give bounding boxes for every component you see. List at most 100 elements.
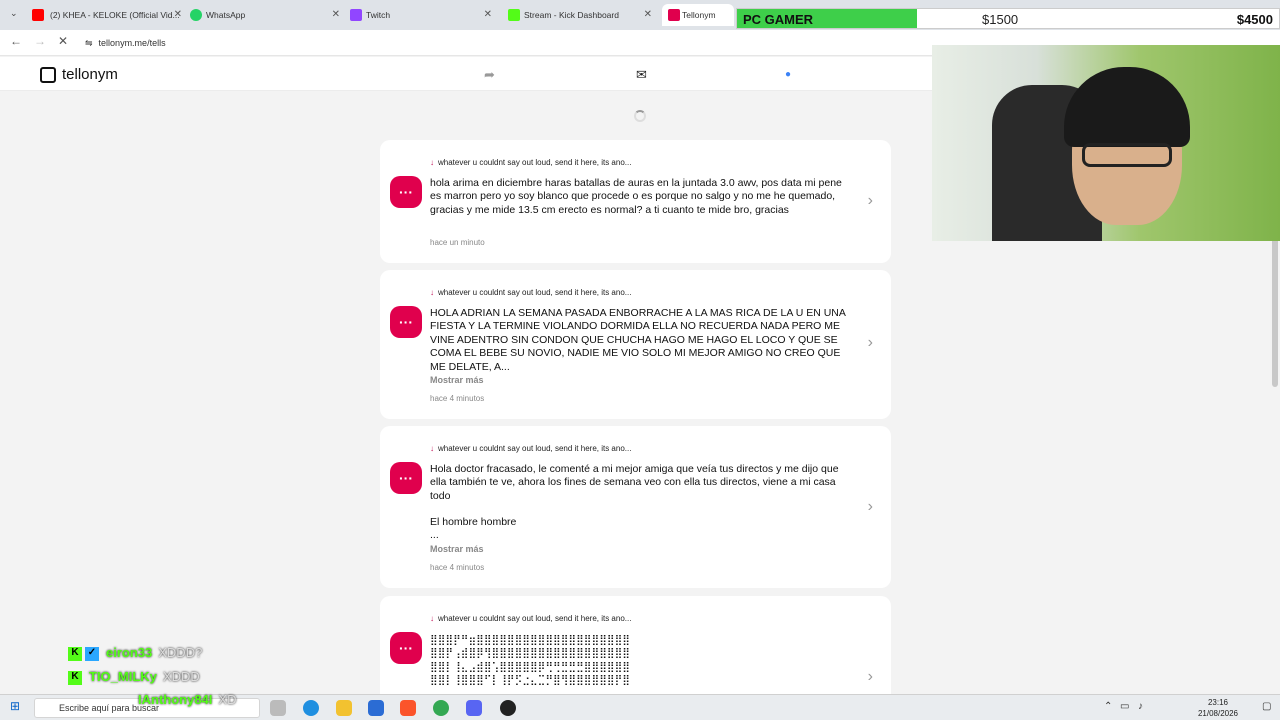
tell-card[interactable]: ↓ whatever u couldnt say out loud, send i…: [380, 596, 891, 706]
chevron-right-icon[interactable]: ›: [868, 498, 873, 516]
tell-timestamp: hace 4 minutos: [430, 563, 485, 572]
tellonym-logo-icon: [40, 66, 56, 83]
prompt-text: whatever u couldnt say out loud, send it…: [438, 288, 632, 297]
chevron-right-icon[interactable]: ›: [868, 334, 873, 352]
prompt-text: whatever u couldnt say out loud, send it…: [438, 614, 632, 623]
inbox-icon[interactable]: ✉: [636, 67, 647, 83]
reply-arrow-icon: ↓: [430, 288, 434, 297]
chat-username: TIO_MILKy: [89, 669, 157, 684]
tellonym-icon: [668, 9, 680, 21]
tab-label: WhatsApp: [206, 10, 246, 20]
close-icon[interactable]: ✕: [484, 9, 492, 20]
obs-icon[interactable]: [500, 700, 516, 716]
profile-icon[interactable]: ●: [785, 69, 791, 80]
tell-prompt: ↓ whatever u couldnt say out loud, send i…: [430, 158, 631, 167]
tell-timestamp: hace 4 minutos: [430, 394, 485, 403]
tell-card[interactable]: ↓ whatever u couldnt say out loud, send i…: [380, 270, 891, 419]
chat-bubble-icon: ···: [390, 462, 422, 494]
tab-label: Tellonym: [682, 10, 716, 20]
donation-goal-bar: PC GAMER $1500 $4500: [736, 8, 1280, 29]
network-icon[interactable]: ▭: [1120, 701, 1129, 712]
reply-arrow-icon: ↓: [430, 614, 434, 623]
tell-ascii-art: ⣿⣿⣿⡟⠛⣶⣿⣿⣿⣿⣿⣿⣿⣿⣿⣿⣿⣿⣿⣿⣿⣿⣿⣿⣿⣿ ⣿⣿⡟⢠⣾⣿⡿⢻⣿⣿⣿⣿⣿…: [430, 634, 855, 688]
close-icon[interactable]: ✕: [332, 9, 340, 20]
webcam-feed: [932, 45, 1280, 241]
tell-message: HOLA ADRIAN LA SEMANA PASADA ENBORRACHE …: [430, 307, 846, 373]
stop-icon[interactable]: ✕: [58, 34, 68, 48]
tell-message: Hola doctor fracasado, le comenté a mi m…: [430, 463, 839, 502]
store-icon[interactable]: [368, 700, 384, 716]
forward-icon[interactable]: →: [34, 34, 46, 48]
chat-bubble-icon: ···: [390, 632, 422, 664]
ascii-line: ⣿⣿⡇⢸⣄⣠⣾⣿⢡⣿⣿⣿⣿⣿⡿⢛⢛⣛⣛⣛⣿⣿⣿⣿⣿⣿: [430, 660, 630, 673]
tab-label: Stream - Kick Dashboard: [524, 10, 619, 20]
discord-icon[interactable]: [466, 700, 482, 716]
task-view-icon[interactable]: [270, 700, 286, 716]
chat-text: XDDD?: [158, 645, 203, 660]
volume-icon[interactable]: ♪: [1138, 701, 1143, 712]
file-explorer-icon[interactable]: [336, 700, 352, 716]
ascii-line: ⣿⣿⡟⢠⣾⣿⡿⢻⣿⣿⣿⣿⣿⣿⣿⣿⣿⣿⣿⣿⣿⣿⣿⣿⣿⣿: [430, 647, 630, 660]
ascii-line: ⣿⣿⡇⢸⣿⣿⣿⠋⡇⢸⡟⡫⣐⣄⣉⡛⣿⢻⣿⣿⣿⣿⣿⣿⡟⣿: [430, 674, 630, 687]
show-more-link[interactable]: Mostrar más: [430, 375, 484, 385]
tell-prompt: ↓ whatever u couldnt say out loud, send i…: [430, 288, 631, 297]
chrome-icon[interactable]: [433, 700, 449, 716]
chat-username: eiron33: [106, 645, 153, 660]
chat-bubble-icon: ···: [390, 306, 422, 338]
share-icon[interactable]: ➦: [484, 67, 495, 83]
show-more-link[interactable]: Mostrar más: [430, 544, 484, 554]
chat-message: K TIO_MILKy XDDD: [68, 669, 200, 685]
tellonym-logo[interactable]: tellonym: [40, 66, 118, 83]
sub-badge-icon: ✓: [85, 646, 99, 661]
kick-badge-icon: K: [68, 646, 82, 661]
tell-card[interactable]: ↓ whatever u couldnt say out loud, send i…: [380, 426, 891, 588]
kick-badge-icon: K: [68, 670, 82, 685]
youtube-icon: [32, 9, 44, 21]
twitch-icon: [350, 9, 362, 21]
tab-tellonym[interactable]: Tellonym: [662, 4, 734, 26]
chat-message: IAnthony84I XD: [68, 692, 236, 707]
clock-time: 23:16: [1207, 698, 1228, 707]
tab-label: Twitch: [366, 10, 391, 20]
tell-prompt: ↓ whatever u couldnt say out loud, send i…: [430, 444, 631, 453]
reply-arrow-icon: ↓: [430, 444, 434, 453]
tray-chevron-icon[interactable]: ⌃: [1104, 701, 1112, 712]
tell-message-line: El hombre hombre: [430, 516, 517, 528]
chevron-right-icon[interactable]: ›: [868, 192, 873, 210]
ascii-line: ⣿⣿⣿⡟⠛⣶⣿⣿⣿⣿⣿⣿⣿⣿⣿⣿⣿⣿⣿⣿⣿⣿⣿⣿⣿⣿: [430, 634, 630, 646]
chat-text: XD: [218, 692, 237, 707]
tab-label: (2) KHEA - KELOKE (Official Vid...: [50, 10, 180, 20]
loading-spinner: [634, 110, 646, 122]
windows-start-icon[interactable]: ⊞: [10, 699, 20, 713]
kick-icon: [508, 9, 520, 21]
chevron-right-icon[interactable]: ›: [868, 668, 873, 686]
logo-text: tellonym: [62, 66, 118, 83]
close-icon[interactable]: ✕: [174, 9, 182, 20]
goal-target: $4500: [1236, 12, 1273, 27]
goal-title: PC GAMER: [743, 12, 814, 27]
url-field[interactable]: ⇋ tellonym.me/tells: [85, 34, 166, 52]
tell-message-ellipsis: ...: [430, 529, 439, 541]
chat-text: XDDD: [162, 669, 200, 684]
site-header: tellonym ➦ ✉ ●: [0, 57, 932, 91]
whatsapp-icon: [190, 9, 202, 21]
tab-whatsapp[interactable]: WhatsApp ✕: [190, 4, 340, 26]
tell-message: hola arima en diciembre haras batallas d…: [430, 177, 842, 216]
tab-search-icon[interactable]: ⌄: [10, 8, 18, 19]
tab-twitch[interactable]: Twitch ✕: [350, 4, 492, 26]
goal-current: $1500: [982, 12, 1019, 27]
notification-icon[interactable]: ▢: [1262, 701, 1271, 712]
system-clock[interactable]: 23:16 21/08/2026: [1198, 697, 1238, 719]
chat-message: K ✓ eiron33 XDDD?: [68, 645, 202, 661]
tab-kick-dashboard[interactable]: Stream - Kick Dashboard ✕: [508, 4, 652, 26]
tell-card[interactable]: ↓ whatever u couldnt say out loud, send i…: [380, 140, 891, 263]
site-settings-icon[interactable]: ⇋: [85, 38, 93, 49]
close-icon[interactable]: ✕: [644, 9, 652, 20]
clock-date: 21/08/2026: [1197, 709, 1238, 718]
tell-timestamp: hace un minuto: [430, 238, 485, 247]
url-text: tellonym.me/tells: [98, 38, 166, 48]
back-icon[interactable]: ←: [10, 34, 22, 48]
tab-youtube[interactable]: (2) KHEA - KELOKE (Official Vid... ✕: [32, 4, 182, 26]
brave-icon[interactable]: [400, 700, 416, 716]
edge-icon[interactable]: [303, 700, 319, 716]
